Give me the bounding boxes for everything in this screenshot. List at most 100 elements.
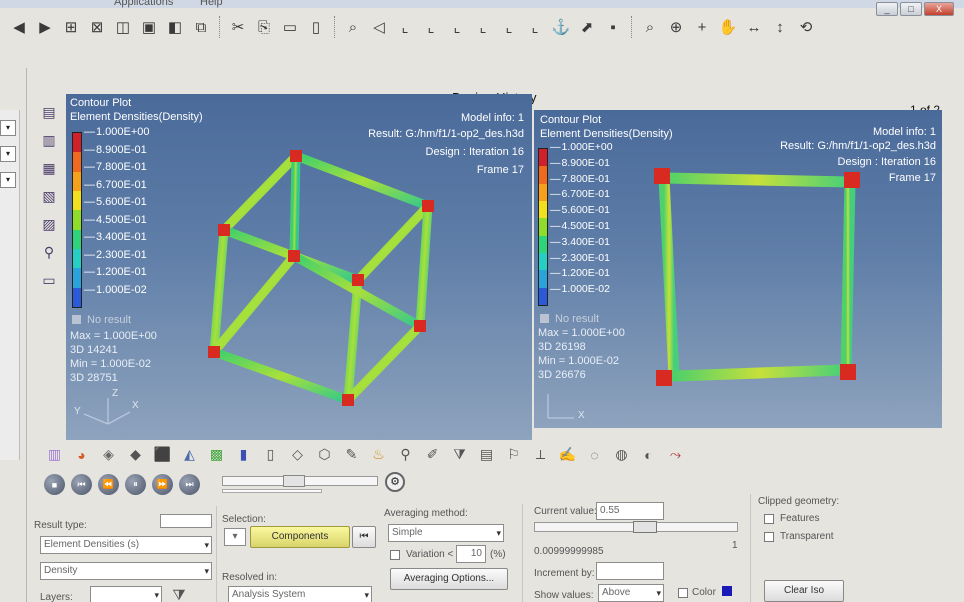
layers-dropdown[interactable] <box>90 586 162 602</box>
left-viewport[interactable]: Contour Plot Element Densities(Density) … <box>66 94 532 440</box>
copy-icon[interactable]: ⎘ <box>253 16 275 38</box>
zoom-fit-icon[interactable]: ⌕ <box>639 16 661 38</box>
left-panel-dropdown[interactable]: ▾ <box>0 120 16 136</box>
result-subtype-dropdown[interactable]: Density <box>40 562 212 580</box>
snapshot-icon[interactable]: ⬈ <box>576 16 598 38</box>
delete-page-icon[interactable]: ⊠ <box>86 16 108 38</box>
transparent-checkbox[interactable] <box>764 532 774 542</box>
components-icon[interactable]: ▩ <box>206 444 227 465</box>
paste-special-icon[interactable]: ▯ <box>305 16 327 38</box>
filter-icon[interactable]: ⧩ <box>449 444 470 465</box>
tracking-icon[interactable]: ⚐ <box>503 444 524 465</box>
pointer-icon[interactable]: ✍ <box>557 444 578 465</box>
cubes-icon[interactable]: ⬛ <box>152 444 173 465</box>
previous-frame-button[interactable]: ⏪ <box>98 474 119 495</box>
features-checkbox[interactable] <box>764 514 774 524</box>
first-frame-button[interactable]: ⏮ <box>71 474 92 495</box>
measure-icon[interactable]: ⚲ <box>39 242 59 262</box>
color-swatch[interactable] <box>722 586 732 596</box>
rotate-icon[interactable]: ⟲ <box>795 16 817 38</box>
resolved-in-dropdown[interactable]: Analysis System <box>228 586 372 602</box>
isolate-icon[interactable]: ◐ <box>638 444 659 465</box>
left-panel-dropdown[interactable]: ▾ <box>0 146 16 162</box>
solid-cube-icon[interactable]: ◆ <box>125 444 146 465</box>
cut-icon[interactable]: ✂ <box>227 16 249 38</box>
deformed-icon[interactable]: ▥ <box>39 130 59 150</box>
view-bottom-icon[interactable]: ⌞ <box>524 16 546 38</box>
current-value-slider-thumb[interactable] <box>633 521 657 533</box>
anchor-icon[interactable]: ⚓ <box>550 16 572 38</box>
forward-arrow-icon[interactable]: ▶ <box>34 16 56 38</box>
section-icon[interactable]: ◇ <box>287 444 308 465</box>
selection-dropdown[interactable]: ▾ <box>224 528 246 546</box>
next-frame-button[interactable]: ⏩ <box>152 474 173 495</box>
pen-icon[interactable]: ✐ <box>422 444 443 465</box>
menu-applications[interactable]: Applications <box>114 0 173 8</box>
increment-by-input[interactable] <box>596 562 664 580</box>
layout-icon[interactable]: ◫ <box>112 16 134 38</box>
move-vertical-icon[interactable]: ↕ <box>769 16 791 38</box>
color-wheel-icon[interactable]: ◕ <box>71 444 92 465</box>
stop-button[interactable]: ■ <box>44 474 65 495</box>
crosshair-icon[interactable]: + <box>691 16 713 38</box>
variation-checkbox[interactable] <box>390 550 400 560</box>
mesh-cube-icon[interactable]: ◈ <box>98 444 119 465</box>
add-page-icon[interactable]: ⊞ <box>60 16 82 38</box>
view-z-icon[interactable]: ⌞ <box>446 16 468 38</box>
result-type-option[interactable] <box>160 514 212 528</box>
tensor-icon[interactable]: ▧ <box>39 186 59 206</box>
vector-icon[interactable]: ▦ <box>39 158 59 178</box>
previous-icon[interactable]: ◁ <box>368 16 390 38</box>
menu-help[interactable]: Help <box>200 0 223 8</box>
variation-input[interactable]: 10 <box>456 545 486 563</box>
averaging-method-dropdown[interactable]: Simple <box>388 524 504 542</box>
display-icon[interactable]: ▭ <box>39 270 59 290</box>
left-panel-dropdown[interactable]: ▾ <box>0 172 16 188</box>
query-icon[interactable]: ⚲ <box>395 444 416 465</box>
iso-icon[interactable]: ▨ <box>39 214 59 234</box>
window-split-icon[interactable]: ◧ <box>164 16 186 38</box>
color-checkbox[interactable] <box>678 588 688 598</box>
pause-button[interactable]: ⏸ <box>125 474 146 495</box>
last-frame-button[interactable]: ⏭ <box>179 474 200 495</box>
page-icon[interactable]: ⧉ <box>190 16 212 38</box>
animation-slider[interactable] <box>222 475 378 487</box>
selection-reset-button[interactable]: ⏮ <box>352 526 376 548</box>
draw-icon[interactable]: ✎ <box>341 444 362 465</box>
show-values-dropdown[interactable]: Above <box>598 584 664 602</box>
note-icon[interactable]: ▤ <box>476 444 497 465</box>
columns-icon[interactable]: ▯ <box>260 444 281 465</box>
averaging-options-button[interactable]: Averaging Options... <box>390 568 508 590</box>
wireframe-icon[interactable]: ⬡ <box>314 444 335 465</box>
view-iso-icon[interactable]: ⌞ <box>472 16 494 38</box>
animation-slider-thumb[interactable] <box>283 475 305 487</box>
current-value-slider[interactable] <box>534 521 738 533</box>
contour-icon[interactable]: ▤ <box>39 102 59 122</box>
view-y-icon[interactable]: ⌞ <box>420 16 442 38</box>
clear-iso-button[interactable]: Clear Iso <box>764 580 844 602</box>
axis-x-label: X <box>578 410 585 421</box>
legend-bars-icon[interactable]: ▮ <box>233 444 254 465</box>
current-value-input[interactable]: 0.55 <box>596 502 664 520</box>
curve-icon[interactable]: ⤳ <box>665 444 686 465</box>
measure-icon[interactable]: ⟂ <box>530 444 551 465</box>
zoom-icon[interactable]: ⌕ <box>342 16 364 38</box>
filter-icon[interactable]: ⧩ <box>168 584 190 602</box>
animation-settings-button[interactable]: ⚙ <box>385 472 405 492</box>
pan-hand-icon[interactable]: ✋ <box>717 16 739 38</box>
view-top-icon[interactable]: ⌞ <box>498 16 520 38</box>
window-icon[interactable]: ▣ <box>138 16 160 38</box>
back-arrow-icon[interactable]: ◀ <box>8 16 30 38</box>
result-type-dropdown[interactable]: Element Densities (s) <box>40 536 212 554</box>
flame-icon[interactable]: ♨ <box>368 444 389 465</box>
contour-plot-icon[interactable]: ▥ <box>44 444 65 465</box>
hide-icon[interactable]: ◍ <box>611 444 632 465</box>
comment-icon[interactable]: ◌ <box>584 444 605 465</box>
mirror-icon[interactable]: ◭ <box>179 444 200 465</box>
view-x-icon[interactable]: ⌞ <box>394 16 416 38</box>
zoom-in-icon[interactable]: ⊕ <box>665 16 687 38</box>
paste-icon[interactable]: ▭ <box>279 16 301 38</box>
components-button[interactable]: Components <box>250 526 350 548</box>
right-viewport[interactable]: Contour Plot Element Densities(Density) … <box>534 110 942 428</box>
move-horizontal-icon[interactable]: ↔ <box>743 16 765 38</box>
